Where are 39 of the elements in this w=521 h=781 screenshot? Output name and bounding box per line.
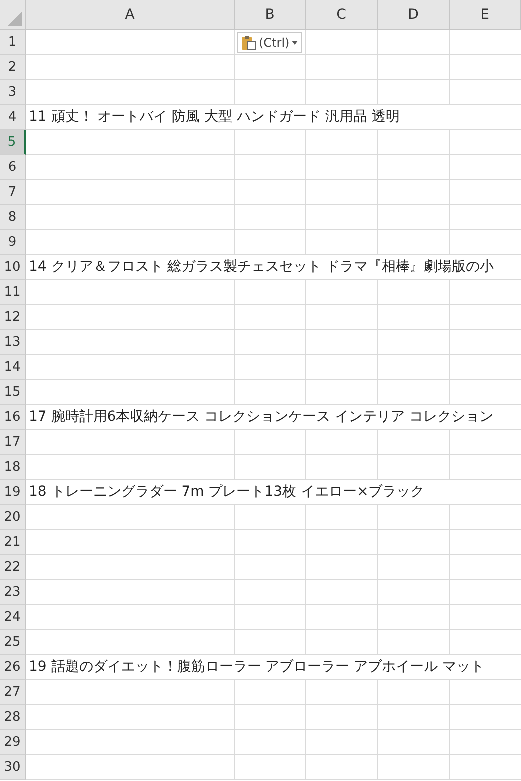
row-header[interactable]: 28 [0,705,26,730]
column-header[interactable]: D [378,0,450,30]
paste-options-button[interactable]: (Ctrl) [237,32,302,53]
row-header[interactable]: 4 [0,105,26,130]
row-header[interactable]: 26 [0,655,26,680]
row-header[interactable]: 30 [0,755,26,780]
row-header[interactable]: 5 [0,130,26,155]
row-header[interactable]: 2 [0,55,26,80]
row-header[interactable]: 25 [0,630,26,655]
row-header[interactable]: 6 [0,155,26,180]
row-header[interactable]: 3 [0,80,26,105]
row-header[interactable]: 17 [0,430,26,455]
column-header[interactable]: A [26,0,235,30]
row-header[interactable]: 24 [0,605,26,630]
column-header[interactable]: C [306,0,378,30]
row-header[interactable]: 9 [0,230,26,255]
select-all-icon[interactable] [8,12,22,26]
row-header[interactable]: 23 [0,580,26,605]
row-header[interactable]: 7 [0,180,26,205]
row-header[interactable]: 15 [0,380,26,405]
row-header[interactable]: 21 [0,530,26,555]
clipboard-icon [241,34,257,50]
row-header[interactable]: 27 [0,680,26,705]
row-header[interactable]: 14 [0,355,26,380]
caret-icon [292,40,298,44]
row-header[interactable]: 12 [0,305,26,330]
column-header[interactable]: B [235,0,306,30]
row-header[interactable]: 1 [0,30,26,55]
row-header[interactable]: 16 [0,405,26,430]
row-header[interactable]: 8 [0,205,26,230]
row-header[interactable]: 29 [0,730,26,755]
row-header[interactable]: 20 [0,505,26,530]
row-header[interactable]: 11 [0,280,26,305]
row-header[interactable]: 13 [0,330,26,355]
row-header[interactable]: 10 [0,255,26,280]
column-header[interactable]: E [450,0,521,30]
row-header[interactable]: 22 [0,555,26,580]
row-header[interactable]: 18 [0,455,26,480]
row-header[interactable]: 19 [0,480,26,505]
